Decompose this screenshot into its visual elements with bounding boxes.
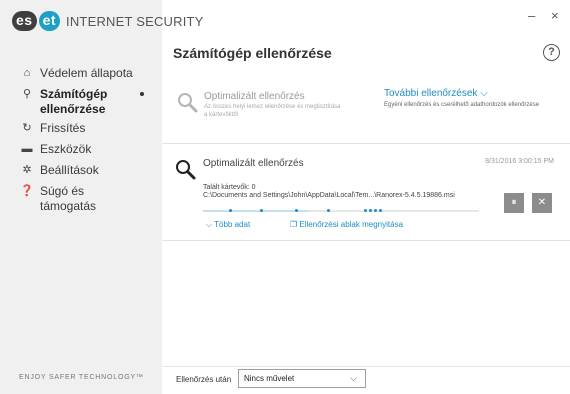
- help-icon: ❓: [20, 185, 34, 197]
- optimized-scan-description: Az összes helyi lemez ellenőrzése és meg…: [204, 104, 341, 118]
- scan-timestamp: 8/31/2016 3:00:15 PM: [485, 158, 554, 165]
- sidebar-item-label: Beállítások: [40, 163, 99, 177]
- sidebar-item-update[interactable]: ↻ Frissítés: [0, 121, 162, 136]
- sidebar-item-label: Védelem állapota: [40, 66, 133, 80]
- sidebar-item-label: Számítógép ellenőrzése: [40, 87, 108, 116]
- threats-found: Talált kártevők: 0: [203, 184, 256, 191]
- after-scan-select[interactable]: Nincs művelet ⌵: [238, 369, 366, 388]
- help-button[interactable]: ?: [543, 44, 560, 61]
- progress-dot: [374, 209, 377, 212]
- sidebar-item-protection-status[interactable]: ⌂ Védelem állapota: [0, 66, 162, 81]
- minimize-button[interactable]: –: [528, 8, 535, 23]
- logo-right: et: [38, 11, 61, 31]
- close-button[interactable]: ×: [551, 8, 559, 23]
- page-title: Számítógép ellenőrzése: [173, 45, 332, 61]
- magnifier-icon: [176, 160, 196, 180]
- progress-dot: [327, 209, 330, 212]
- chevron-down-icon: ⌵: [350, 373, 357, 383]
- progress-dot: [295, 209, 298, 212]
- after-scan-label: Ellenőrzés után: [176, 375, 232, 384]
- home-icon: ⌂: [23, 67, 31, 79]
- progress-dot: [229, 209, 232, 212]
- more-scans-description: Egyéni ellenőrzés és cserélhető adathord…: [384, 102, 540, 108]
- open-scan-window-link[interactable]: ❐ Ellenőrzési ablak megnyitása: [290, 220, 403, 229]
- progress-dot: [379, 209, 382, 212]
- progress-dot: [369, 209, 372, 212]
- search-icon: ⚲: [22, 88, 32, 100]
- open-scan-window-label: Ellenőrzési ablak megnyitása: [299, 220, 404, 229]
- active-scan-title: Optimalizált ellenőrzés: [203, 158, 304, 169]
- sidebar-item-help-support[interactable]: ❓ Súgó és támogatás: [0, 184, 162, 214]
- active-indicator: [140, 92, 144, 96]
- progress-dot: [260, 209, 263, 212]
- active-scan-panel: Optimalizált ellenőrzés 8/31/2016 3:00:1…: [162, 143, 570, 241]
- optimized-scan-title: Optimalizált ellenőrzés: [204, 91, 305, 102]
- refresh-icon: ↻: [22, 122, 32, 134]
- sidebar-item-computer-scan[interactable]: ⚲ Számítógép ellenőrzése: [0, 87, 162, 117]
- pause-button[interactable]: ⏸: [504, 193, 524, 213]
- progress-dot: [364, 209, 367, 212]
- optimized-scan-card[interactable]: Optimalizált ellenőrzés Az összes helyi …: [173, 88, 373, 128]
- stop-button[interactable]: ✕: [532, 193, 552, 213]
- sidebar-item-label: Súgó és támogatás: [40, 184, 97, 213]
- briefcase-icon: ▬: [21, 143, 33, 155]
- tagline: ENJOY SAFER TECHNOLOGY™: [19, 374, 144, 381]
- sidebar-item-tools[interactable]: ▬ Eszközök: [0, 142, 162, 157]
- magnifier-icon: [178, 93, 198, 113]
- logo: es et INTERNET SECURITY: [12, 11, 204, 31]
- sidebar-item-label: Eszközök: [40, 142, 92, 156]
- logo-left: es: [12, 11, 37, 31]
- more-data-link[interactable]: ⌵ Több adat: [206, 220, 250, 230]
- window-icon: ❐: [290, 220, 300, 229]
- footer-divider: [162, 366, 570, 367]
- sidebar: es et INTERNET SECURITY ⌂ Védelem állapo…: [0, 0, 203, 394]
- sidebar-item-settings[interactable]: ✲ Beállítások: [0, 163, 162, 178]
- gear-icon: ✲: [22, 164, 32, 176]
- eset-logo: es et: [12, 11, 61, 31]
- scan-progress-bar: [203, 209, 479, 212]
- scan-progress-fill: [203, 210, 308, 212]
- sidebar-item-label: Frissítés: [40, 121, 86, 135]
- sidebar-nav: ⌂ Védelem állapota ⚲ Számítógép ellenőrz…: [0, 66, 162, 214]
- current-file-path: C:\Documents and Settings\John\AppData\L…: [203, 192, 455, 199]
- after-scan-value: Nincs művelet: [244, 374, 295, 383]
- product-name: INTERNET SECURITY: [66, 13, 204, 29]
- more-scans-title[interactable]: További ellenőrzések ⌵: [384, 88, 564, 99]
- more-scans-card[interactable]: További ellenőrzések ⌵ Egyéni ellenőrzés…: [384, 88, 564, 128]
